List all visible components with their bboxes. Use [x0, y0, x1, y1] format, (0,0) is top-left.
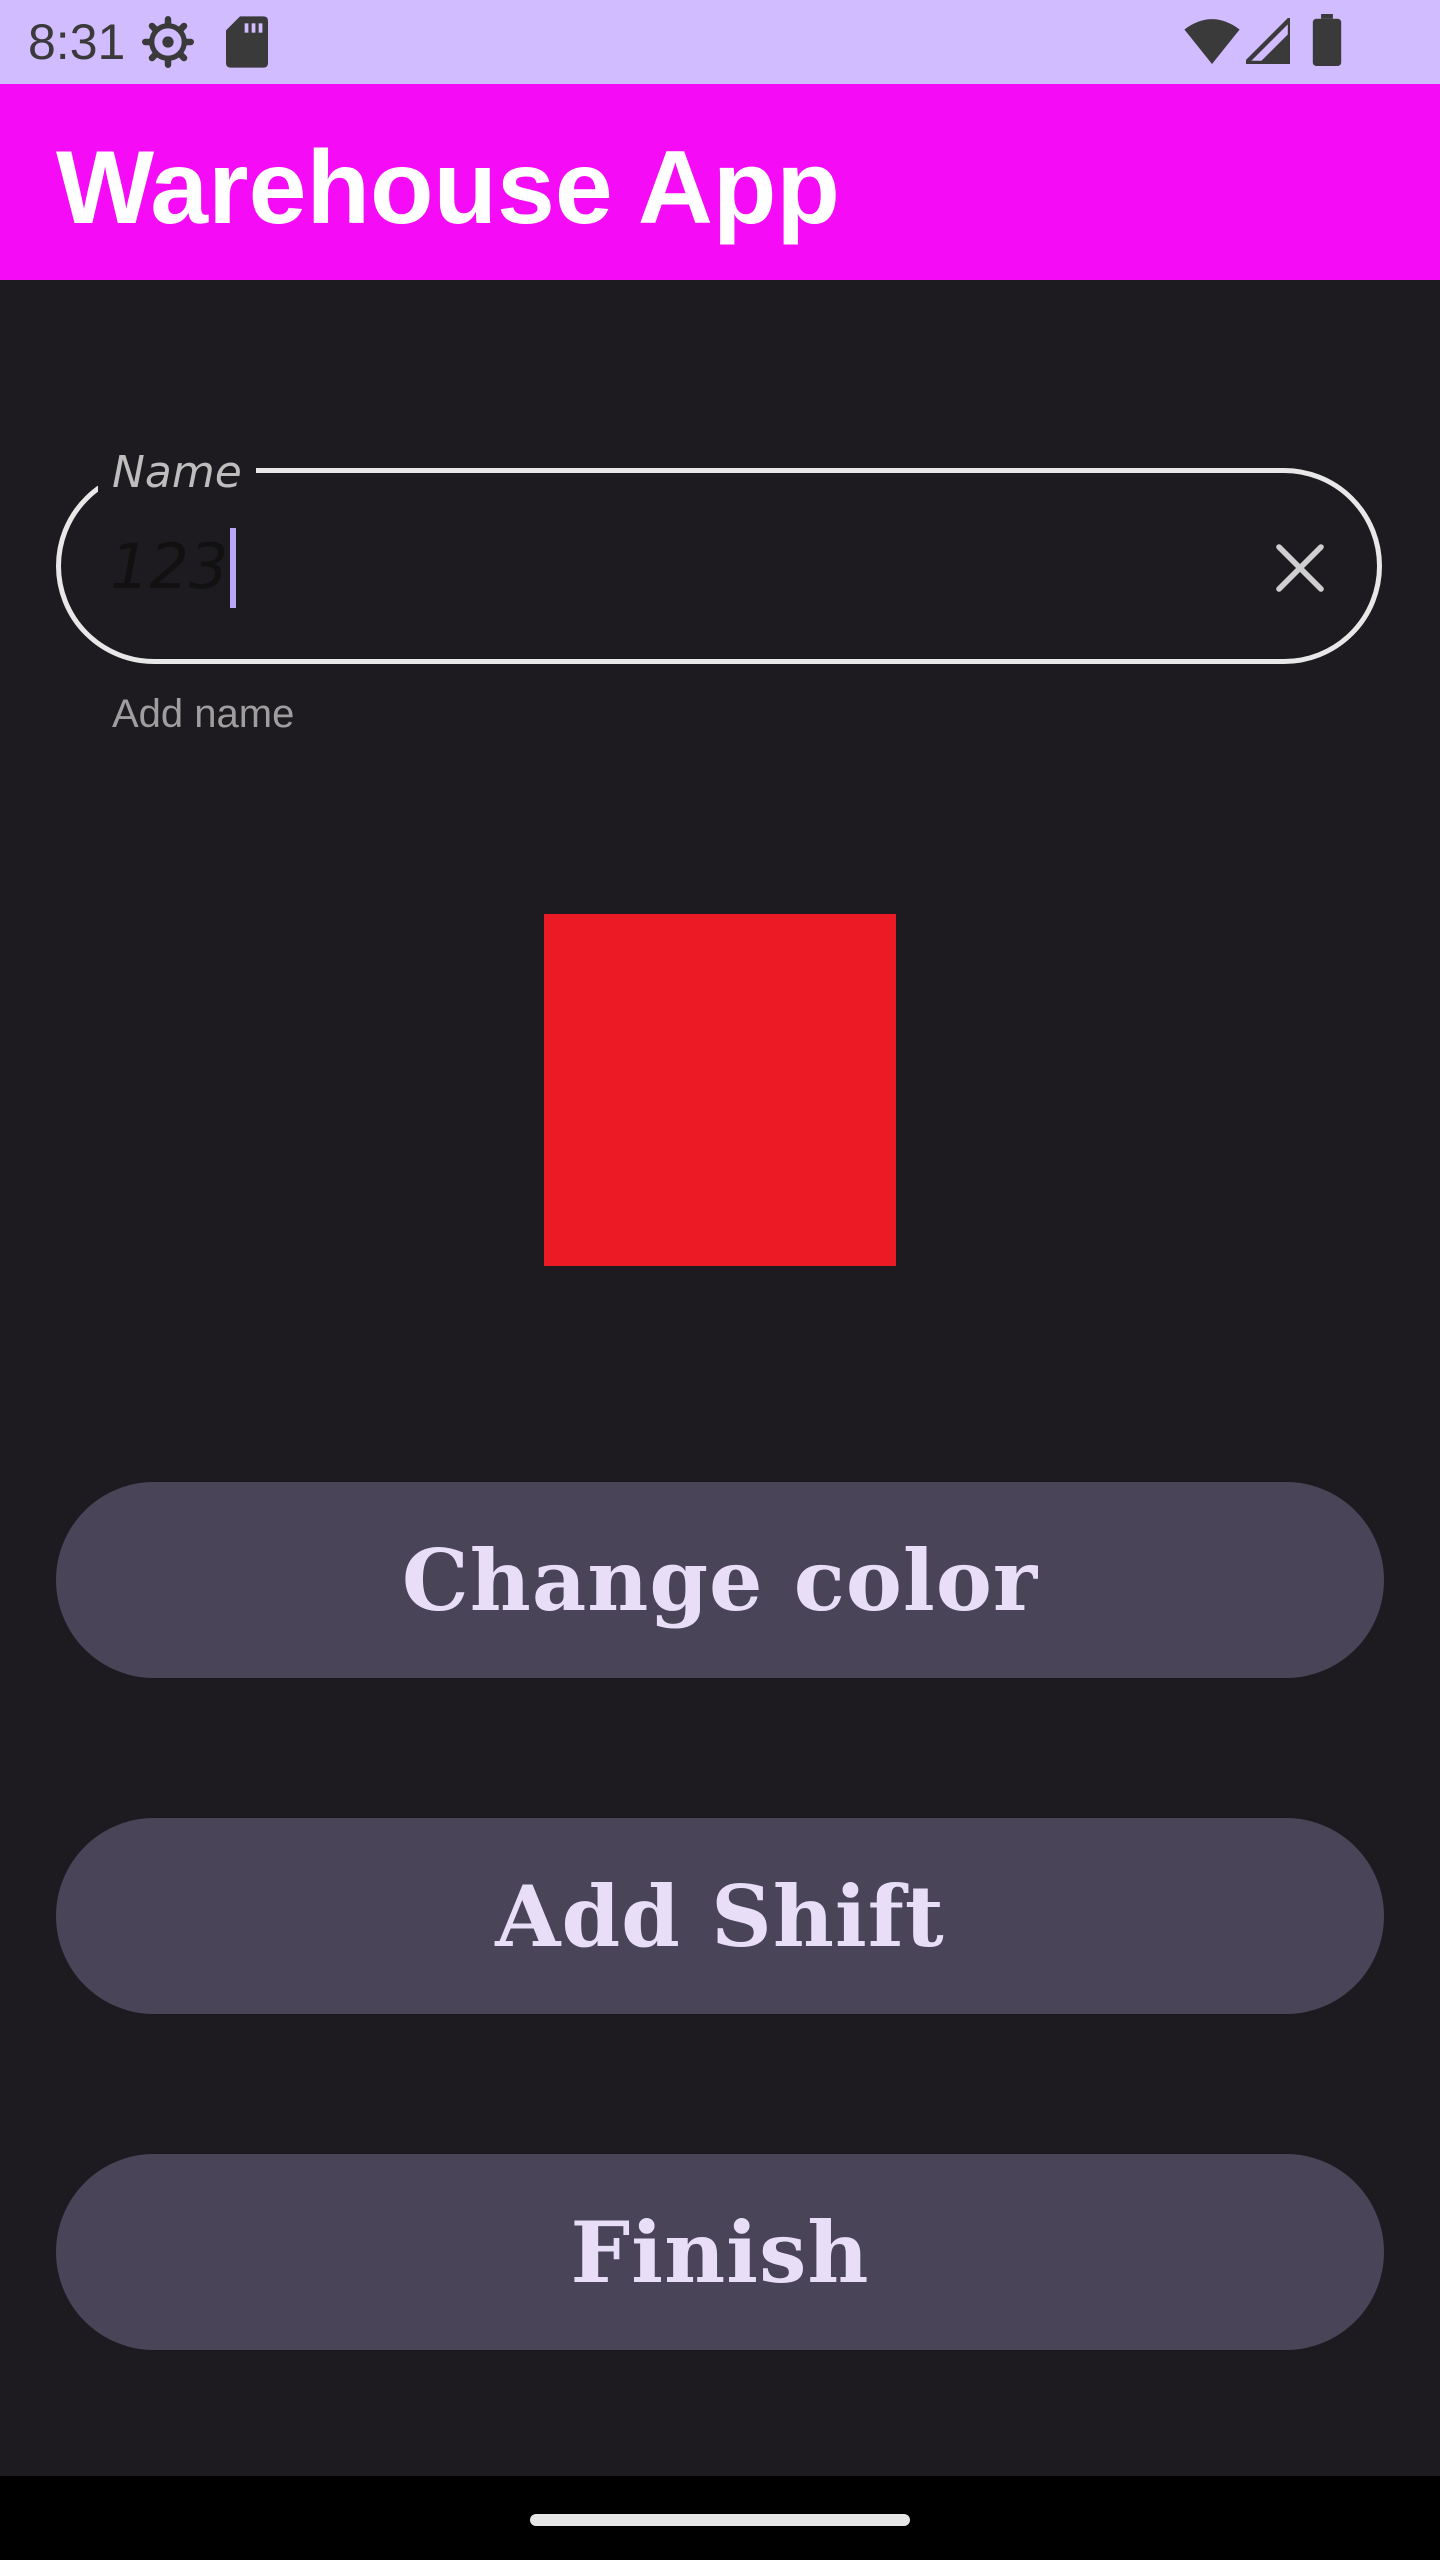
app-title: Warehouse App [56, 130, 840, 246]
name-supporting-text: Add name [112, 692, 295, 736]
name-input[interactable] [110, 522, 1210, 612]
navigation-bar [0, 2476, 1440, 2560]
add-shift-button[interactable]: Add Shift [56, 1818, 1384, 2014]
home-gesture-handle[interactable] [530, 2514, 910, 2526]
settings-gear-icon [142, 16, 194, 68]
text-cursor [230, 528, 236, 608]
change-color-button[interactable]: Change color [56, 1482, 1384, 1678]
battery-icon [1312, 14, 1342, 66]
screen: 8:31 Warehouse App Name 123 Add name Cha… [0, 0, 1440, 2560]
sd-card-icon [226, 16, 268, 68]
cellular-signal-icon [1246, 18, 1290, 64]
status-bar: 8:31 [0, 0, 1440, 84]
name-field-label: Name [98, 446, 256, 500]
color-swatch [544, 914, 896, 1266]
clear-icon [1276, 544, 1324, 592]
app-bar: Warehouse App [0, 84, 1440, 280]
finish-button[interactable]: Finish [56, 2154, 1384, 2350]
status-time: 8:31 [28, 14, 126, 70]
clear-button[interactable] [1256, 532, 1344, 604]
wifi-icon [1184, 19, 1240, 64]
